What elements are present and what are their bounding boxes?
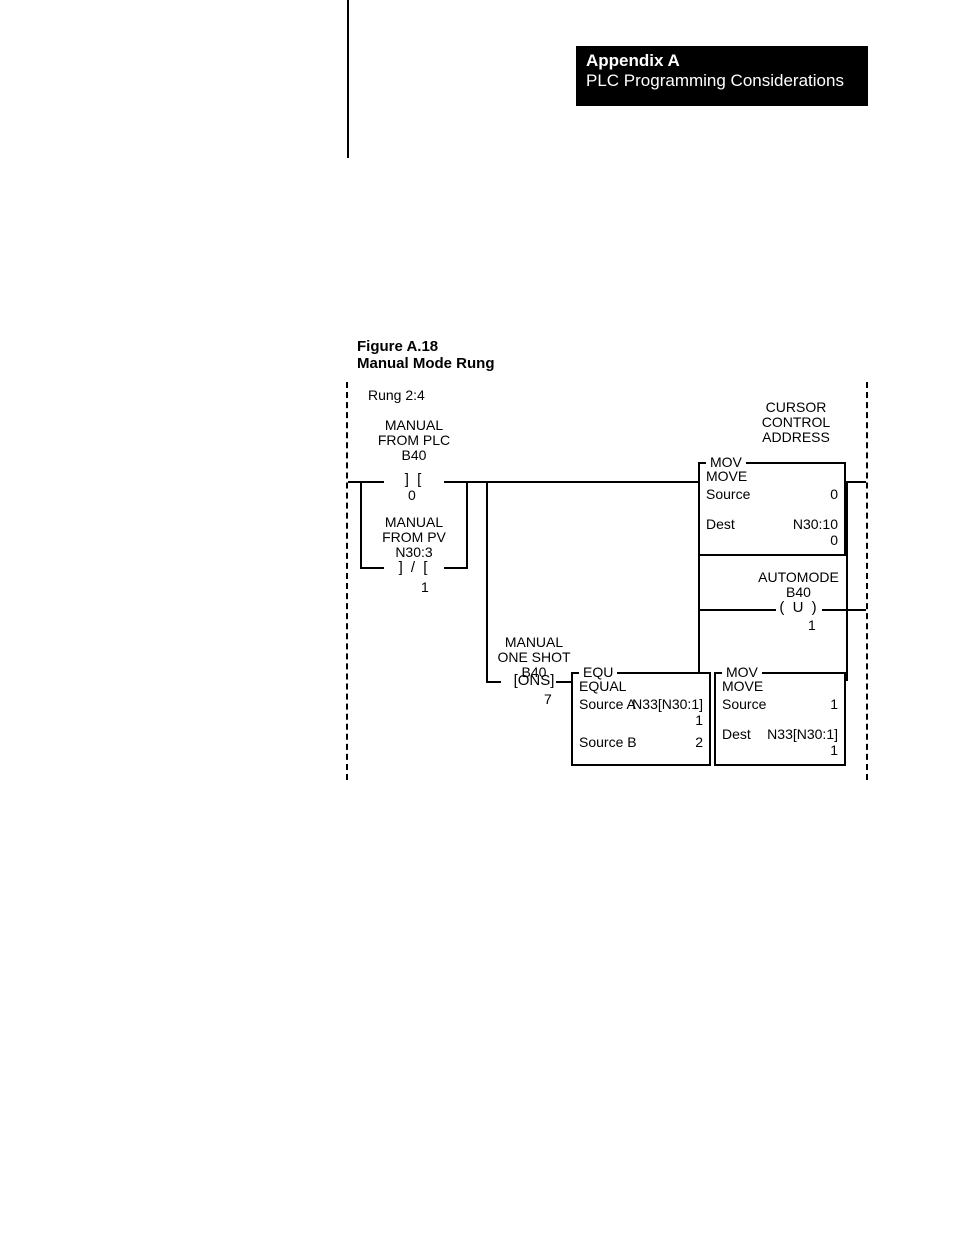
figure-caption: Figure A.18 Manual Mode Rung	[357, 338, 495, 373]
xio-label-3: B40	[374, 448, 454, 463]
mov1-dst-sub: 0	[830, 532, 838, 548]
mov2-instruction-box: MOV MOVE Source 1 Dest N33[N30:1] 1	[714, 672, 846, 766]
page: Appendix A PLC Programming Consideration…	[0, 0, 954, 1235]
mov2-src-val: 1	[830, 696, 838, 712]
left-power-rail	[346, 382, 348, 780]
coil-bit: 1	[808, 618, 816, 633]
figure-number: Figure A.18	[357, 338, 438, 355]
equ-b-label: Source B	[579, 734, 637, 750]
xic-contact-symbol: ] / [	[384, 560, 444, 577]
xic-bit: 1	[421, 580, 429, 595]
ons-bit: 7	[544, 692, 552, 707]
equ-a-sub: 1	[695, 712, 703, 728]
mov2-name: MOVE	[722, 678, 763, 694]
mov1-instruction-box: MOV MOVE Source 0 Dest N30:10 0	[698, 462, 846, 556]
appendix-label: Appendix A	[586, 52, 858, 71]
equ-b-val: 2	[695, 734, 703, 750]
xio-bit: 0	[408, 488, 416, 503]
chapter-title: PLC Programming Considerations	[586, 71, 858, 91]
equ-instruction-box: EQU EQUAL Source A N33[N30:1] 1 Source B…	[571, 672, 711, 766]
equ-a-val: N33[N30:1]	[632, 696, 703, 712]
ladder-diagram: Rung 2:4 MANUAL FROM PLC B40 ] [ 0 MANUA…	[346, 382, 869, 782]
equ-name: EQUAL	[579, 678, 626, 694]
figure-name: Manual Mode Rung	[357, 355, 495, 372]
rung-number: Rung 2:4	[368, 388, 425, 403]
mov2-dst-val: N33[N30:1]	[767, 726, 838, 742]
mov1-dst-val: N30:10	[793, 516, 838, 532]
mov2-dst-label: Dest	[722, 726, 751, 742]
vertical-margin-rule	[347, 0, 349, 158]
mov1-header-3: ADDRESS	[741, 430, 851, 445]
coil-symbol: ( U )	[776, 600, 822, 617]
right-power-rail	[866, 382, 868, 780]
mov2-src-label: Source	[722, 696, 766, 712]
mov1-name: MOVE	[706, 468, 747, 484]
chapter-header: Appendix A PLC Programming Consideration…	[576, 46, 868, 106]
mov2-dst-sub: 1	[830, 742, 838, 758]
mov1-src-label: Source	[706, 486, 750, 502]
mov1-dst-label: Dest	[706, 516, 735, 532]
equ-a-label: Source A	[579, 696, 636, 712]
mov1-src-val: 0	[830, 486, 838, 502]
ons-symbol: [ONS]	[504, 673, 564, 690]
